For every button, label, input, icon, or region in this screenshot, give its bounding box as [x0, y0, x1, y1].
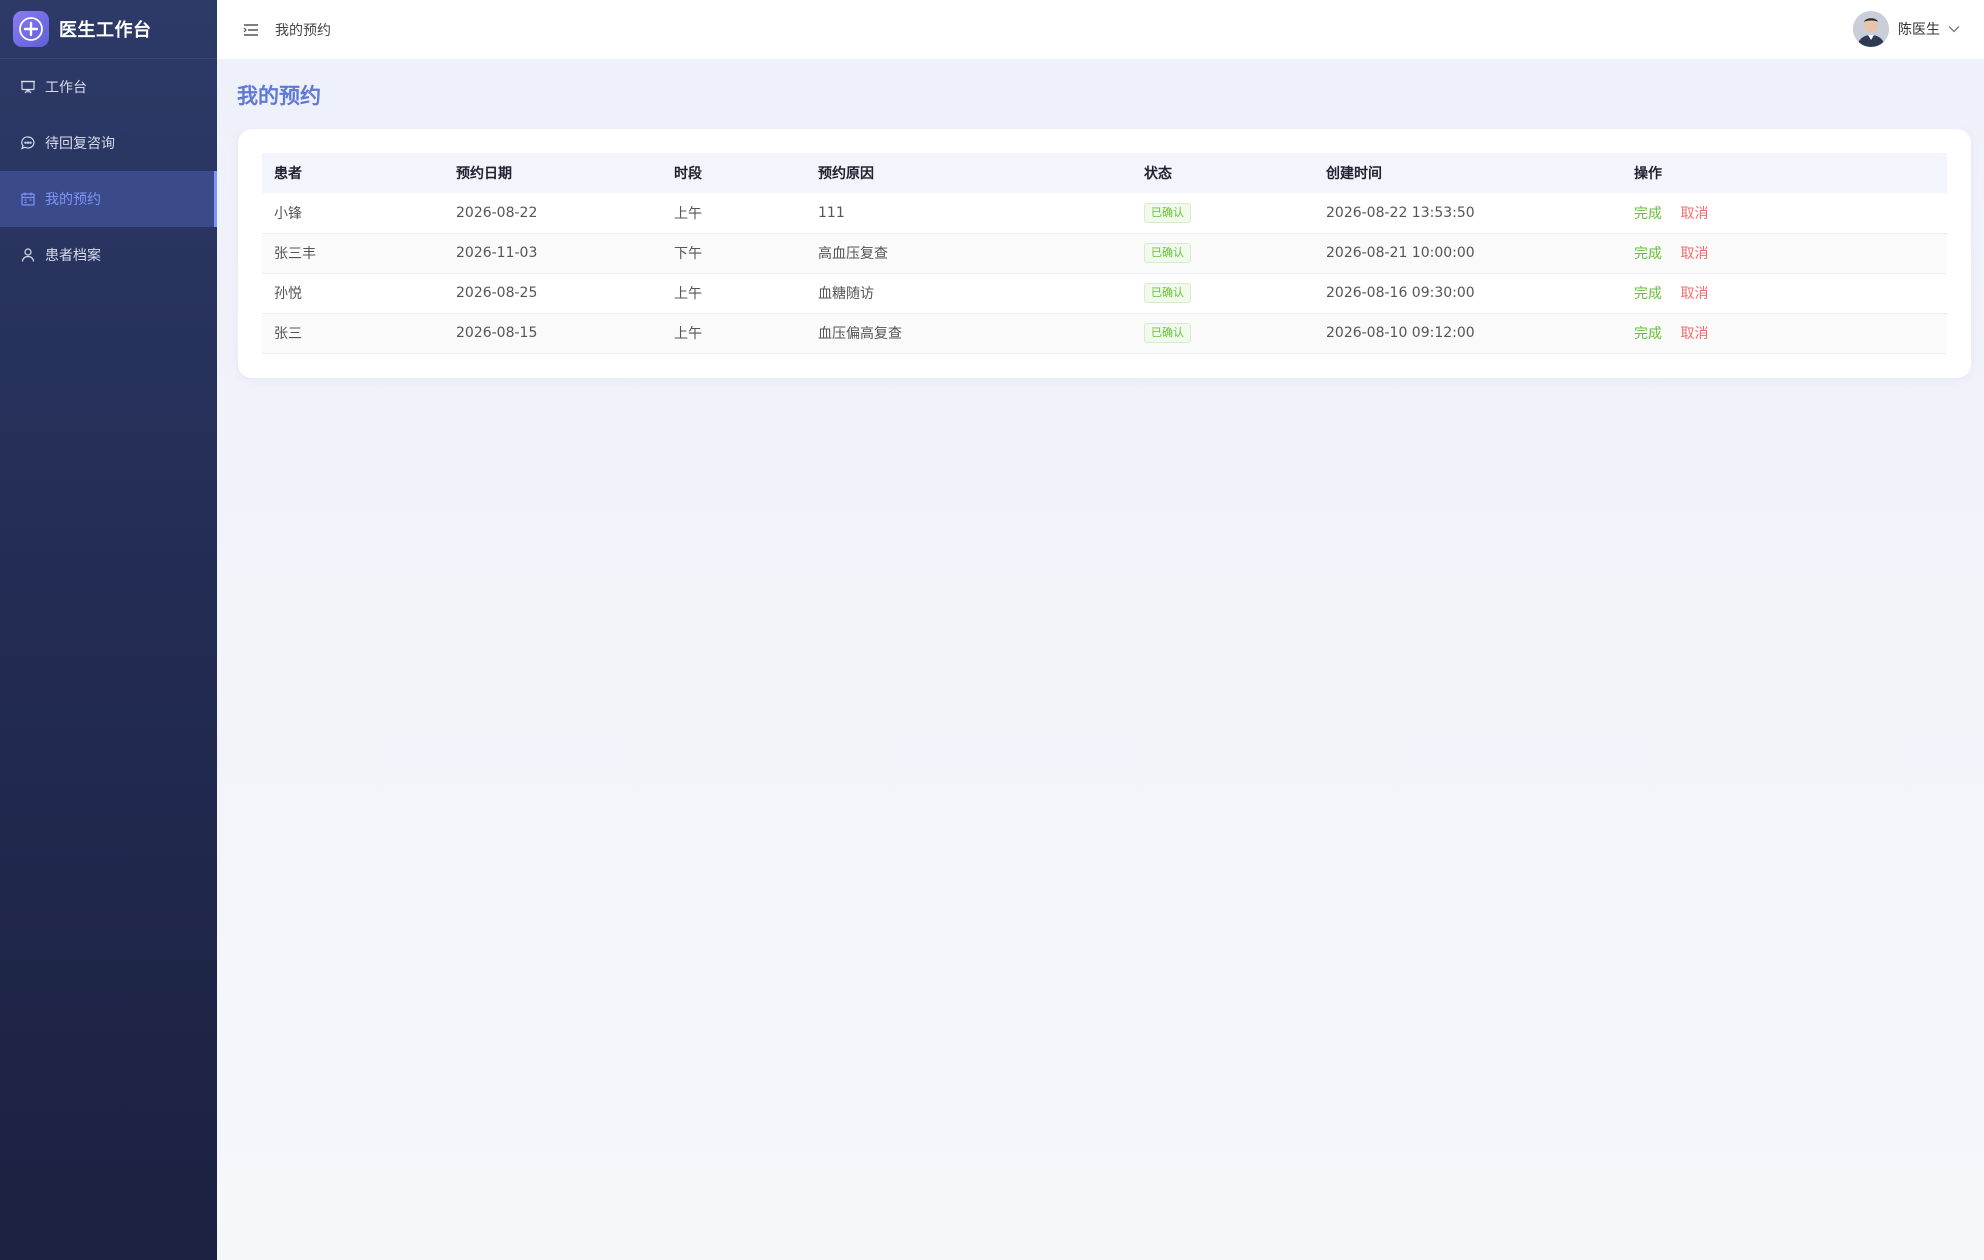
- table-row: 孙悦 2026-08-25 上午 血糖随访 已确认 2026-08-16 09:…: [262, 273, 1947, 314]
- column-header: 预约日期: [444, 153, 662, 193]
- breadcrumb: 我的预约: [275, 22, 331, 39]
- cell-actions: 完成 取消: [1622, 273, 1947, 314]
- sidebar-item-consultations[interactable]: 待回复咨询: [0, 115, 217, 171]
- user-name: 陈医生: [1898, 22, 1940, 38]
- cell-actions: 完成 取消: [1622, 313, 1947, 354]
- sidebar-item-appointments[interactable]: 我的预约: [0, 171, 217, 227]
- complete-button[interactable]: 完成: [1634, 286, 1662, 302]
- cell-reason: 血糖随访: [806, 273, 1132, 314]
- column-header: 状态: [1132, 153, 1314, 193]
- column-header: 预约原因: [806, 153, 1132, 193]
- column-header: 时段: [662, 153, 806, 193]
- appointments-card: 患者 预约日期 时段 预约原因 状态 创建时间 操作 小锋 2026-08-22…: [238, 129, 1971, 378]
- sidebar-item-label: 工作台: [45, 80, 87, 96]
- appointments-table: 患者 预约日期 时段 预约原因 状态 创建时间 操作 小锋 2026-08-22…: [262, 153, 1947, 354]
- cancel-button[interactable]: 取消: [1680, 326, 1708, 342]
- cell-period: 上午: [662, 273, 806, 314]
- cell-created: 2026-08-21 10:00:00: [1314, 233, 1622, 274]
- sidebar-menu: 工作台 待回复咨询 我的预约 患者档案: [0, 59, 217, 283]
- cell-date: 2026-08-25: [444, 273, 662, 314]
- status-badge: 已确认: [1144, 243, 1191, 263]
- brand-name: 医生工作台: [59, 20, 152, 41]
- user-icon: [20, 247, 36, 263]
- cell-date: 2026-08-22: [444, 193, 662, 234]
- cell-created: 2026-08-22 13:53:50: [1314, 193, 1622, 234]
- cancel-button[interactable]: 取消: [1680, 246, 1708, 262]
- column-header: 操作: [1622, 153, 1947, 193]
- chevron-down-icon: [1948, 25, 1960, 33]
- cell-created: 2026-08-10 09:12:00: [1314, 313, 1622, 354]
- cell-period: 下午: [662, 233, 806, 274]
- sidebar: 医生工作台 工作台 待回复咨询 我的预约 患者档案: [0, 0, 217, 1260]
- cell-patient: 孙悦: [262, 273, 444, 314]
- presentation-board-icon: [20, 79, 36, 95]
- cell-patient: 张三: [262, 313, 444, 354]
- table-row: 小锋 2026-08-22 上午 111 已确认 2026-08-22 13:5…: [262, 193, 1947, 234]
- cell-period: 上午: [662, 193, 806, 234]
- complete-button[interactable]: 完成: [1634, 246, 1662, 262]
- chat-bubble-icon: [20, 135, 36, 151]
- brand: 医生工作台: [0, 0, 217, 59]
- cell-reason: 血压偏高复查: [806, 313, 1132, 354]
- status-badge: 已确认: [1144, 323, 1191, 343]
- cell-status: 已确认: [1132, 313, 1314, 354]
- table-row: 张三 2026-08-15 上午 血压偏高复查 已确认 2026-08-10 0…: [262, 313, 1947, 354]
- column-header: 患者: [262, 153, 444, 193]
- cell-actions: 完成 取消: [1622, 193, 1947, 234]
- calendar-icon: [20, 191, 36, 207]
- sidebar-item-label: 患者档案: [45, 248, 101, 264]
- table-header-row: 患者 预约日期 时段 预约原因 状态 创建时间 操作: [262, 153, 1947, 193]
- cell-created: 2026-08-16 09:30:00: [1314, 273, 1622, 314]
- cell-status: 已确认: [1132, 233, 1314, 274]
- status-badge: 已确认: [1144, 202, 1191, 223]
- cell-patient: 张三丰: [262, 233, 444, 274]
- sidebar-item-workbench[interactable]: 工作台: [0, 59, 217, 115]
- sidebar-item-patients[interactable]: 患者档案: [0, 227, 217, 283]
- cell-reason: 高血压复查: [806, 233, 1132, 274]
- cancel-button[interactable]: 取消: [1680, 286, 1708, 302]
- sidebar-item-label: 我的预约: [45, 192, 101, 208]
- cell-actions: 完成 取消: [1622, 233, 1947, 274]
- sidebar-item-label: 待回复咨询: [45, 136, 115, 152]
- cell-period: 上午: [662, 313, 806, 354]
- page-title: 我的预约: [237, 84, 321, 108]
- top-header: 我的预约 陈医生: [217, 0, 1984, 59]
- main-content: 我的预约 患者 预约日期 时段 预约原因 状态 创建时间 操作 小锋 2026-…: [217, 59, 1984, 1260]
- cell-date: 2026-11-03: [444, 233, 662, 274]
- cell-reason: 111: [806, 193, 1132, 234]
- complete-button[interactable]: 完成: [1634, 206, 1662, 222]
- user-menu[interactable]: 陈医生: [1853, 11, 1960, 47]
- column-header: 创建时间: [1314, 153, 1622, 193]
- plus-icon: [13, 11, 49, 47]
- menu-toggle-icon[interactable]: [243, 23, 259, 37]
- cell-status: 已确认: [1132, 193, 1314, 234]
- table-row: 张三丰 2026-11-03 下午 高血压复查 已确认 2026-08-21 1…: [262, 233, 1947, 274]
- cell-patient: 小锋: [262, 193, 444, 234]
- cancel-button[interactable]: 取消: [1680, 206, 1708, 222]
- cell-date: 2026-08-15: [444, 313, 662, 354]
- cell-status: 已确认: [1132, 273, 1314, 314]
- avatar: [1853, 11, 1889, 47]
- status-badge: 已确认: [1144, 283, 1191, 303]
- complete-button[interactable]: 完成: [1634, 326, 1662, 342]
